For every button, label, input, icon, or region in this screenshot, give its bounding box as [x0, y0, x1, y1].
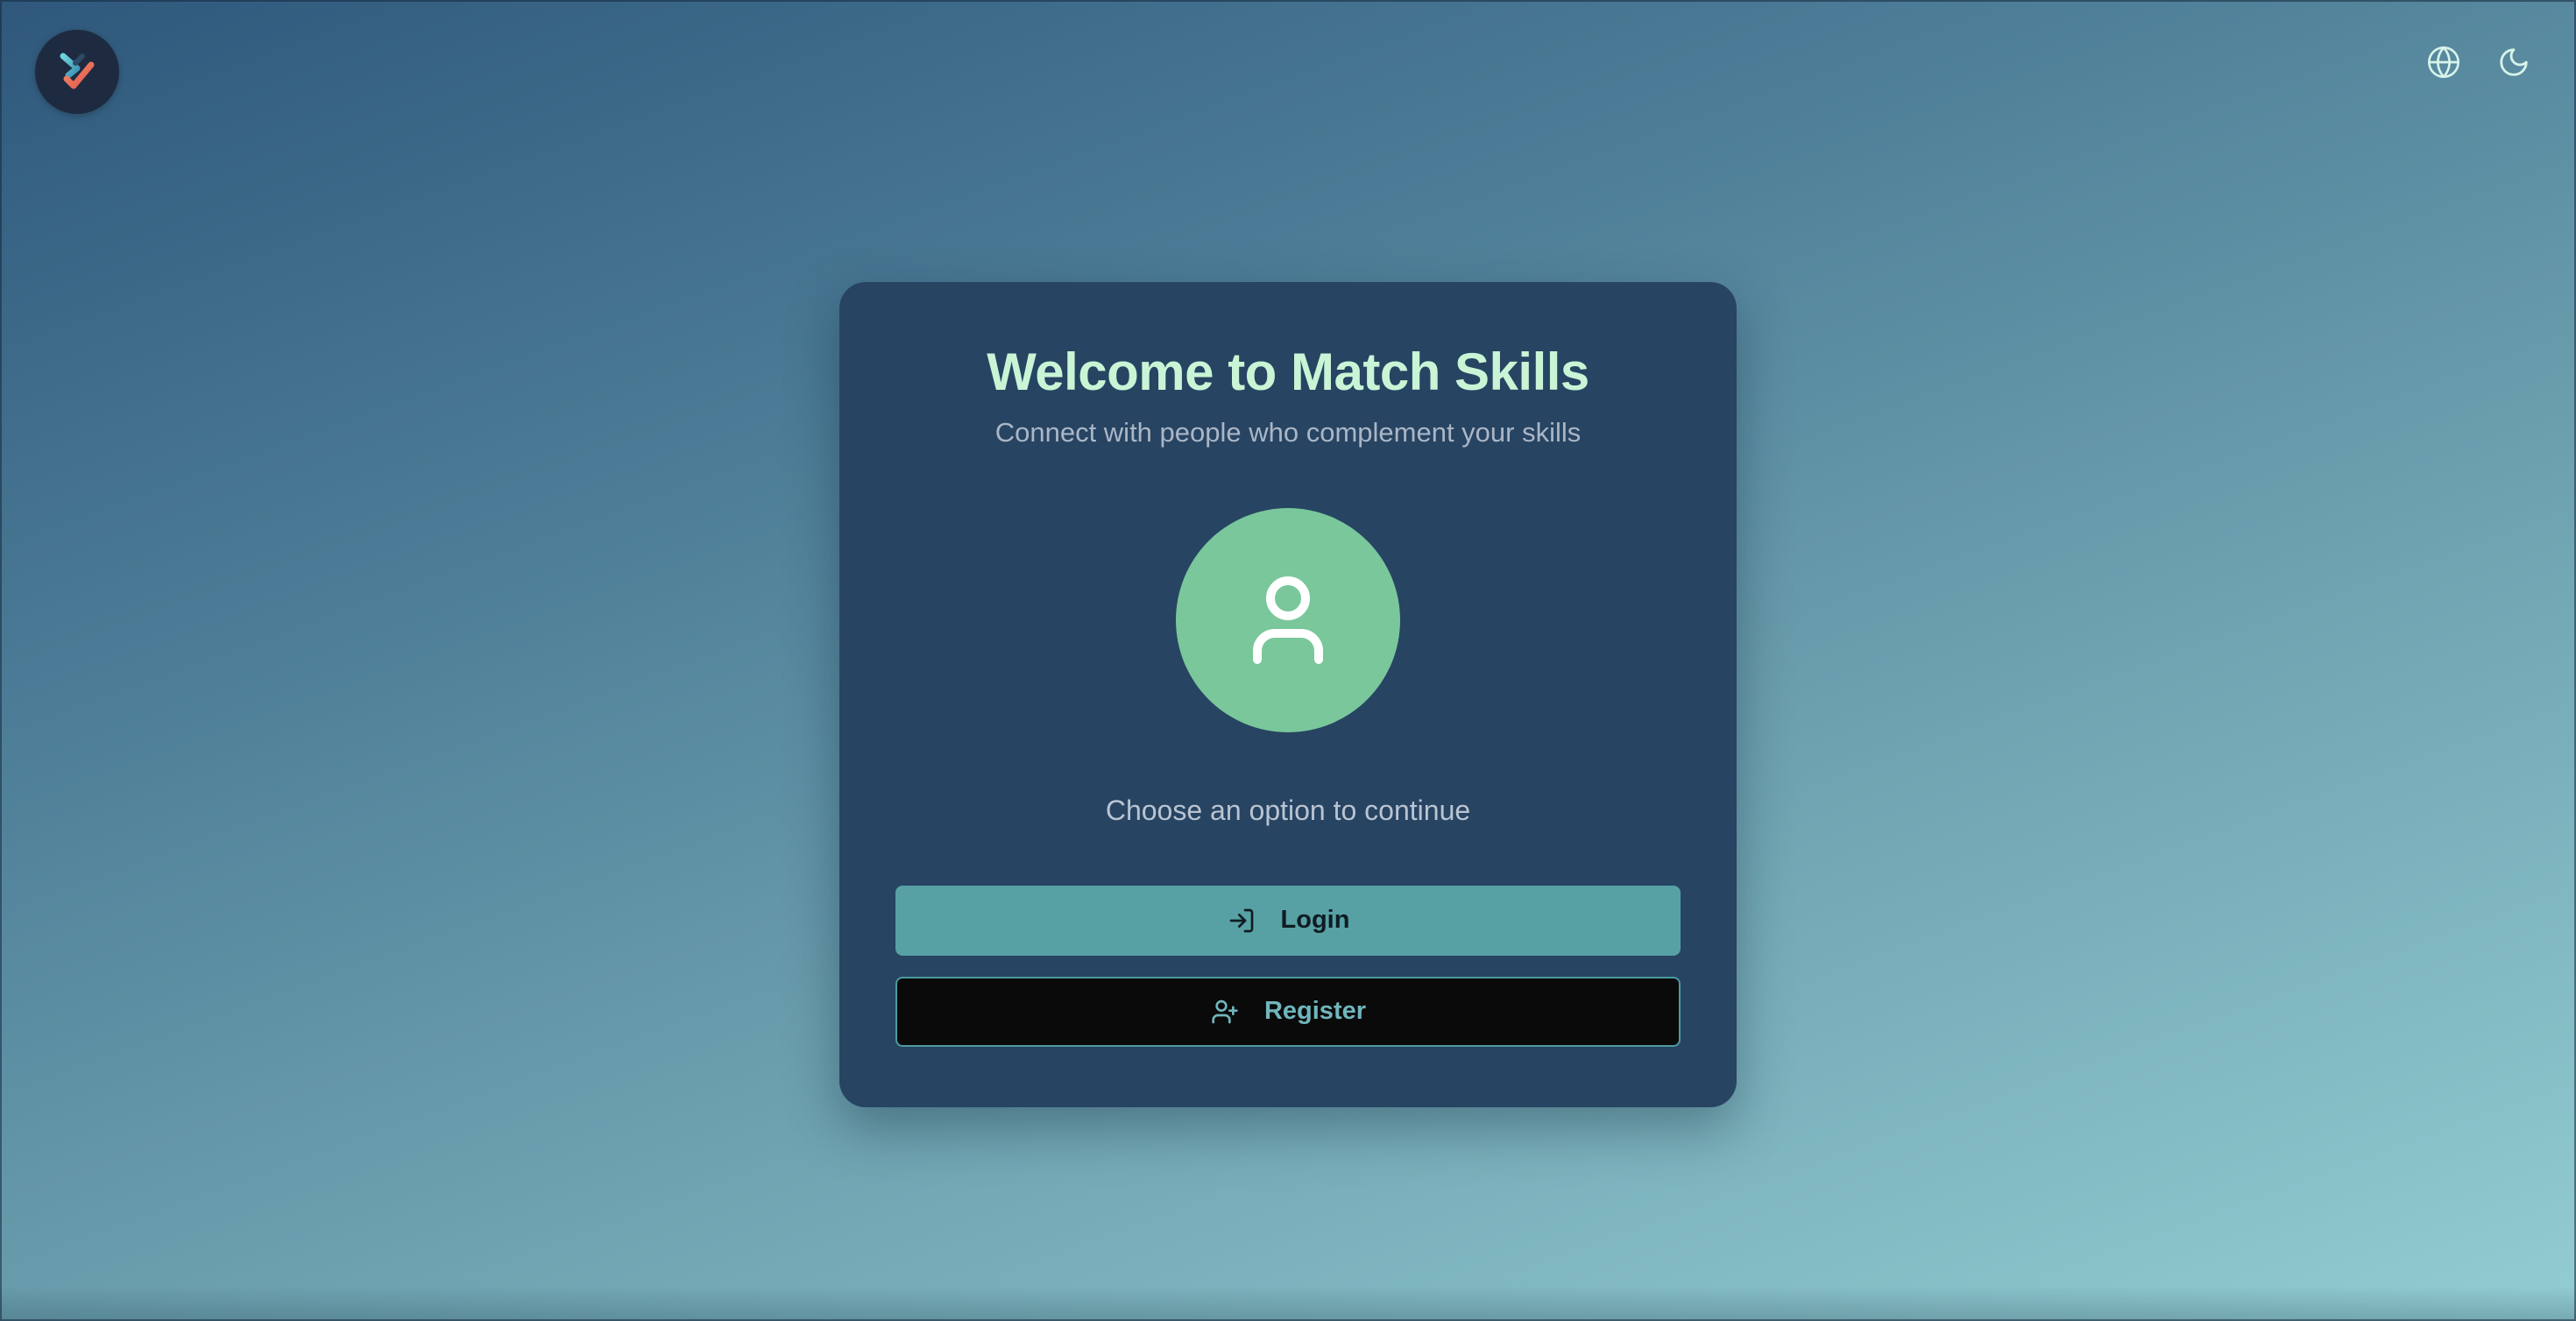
- header-actions: [2425, 44, 2532, 81]
- language-button[interactable]: [2425, 44, 2462, 81]
- user-icon: [1253, 576, 1323, 665]
- register-button-label: Register: [1263, 997, 1367, 1026]
- user-plus-icon: [1210, 997, 1240, 1027]
- app-logo[interactable]: [35, 30, 119, 114]
- theme-toggle-button[interactable]: [2495, 44, 2532, 81]
- welcome-card: Welcome to Match Skills Connect with peo…: [839, 282, 1737, 1107]
- login-button-label: Login: [1280, 906, 1350, 935]
- bottom-edge-shadow: [0, 1286, 2576, 1321]
- log-in-icon: [1227, 906, 1256, 936]
- login-button[interactable]: Login: [895, 885, 1681, 956]
- globe-icon: [2428, 46, 2459, 78]
- match-skills-logo-icon: [60, 53, 95, 89]
- register-button[interactable]: Register: [895, 976, 1681, 1047]
- avatar: [1176, 508, 1400, 733]
- page-title: Welcome to Match Skills: [987, 343, 1589, 401]
- moon-icon: [2500, 48, 2528, 76]
- page-subtitle: Connect with people who complement your …: [994, 417, 1582, 448]
- choose-option-text: Choose an option to continue: [1105, 795, 1471, 827]
